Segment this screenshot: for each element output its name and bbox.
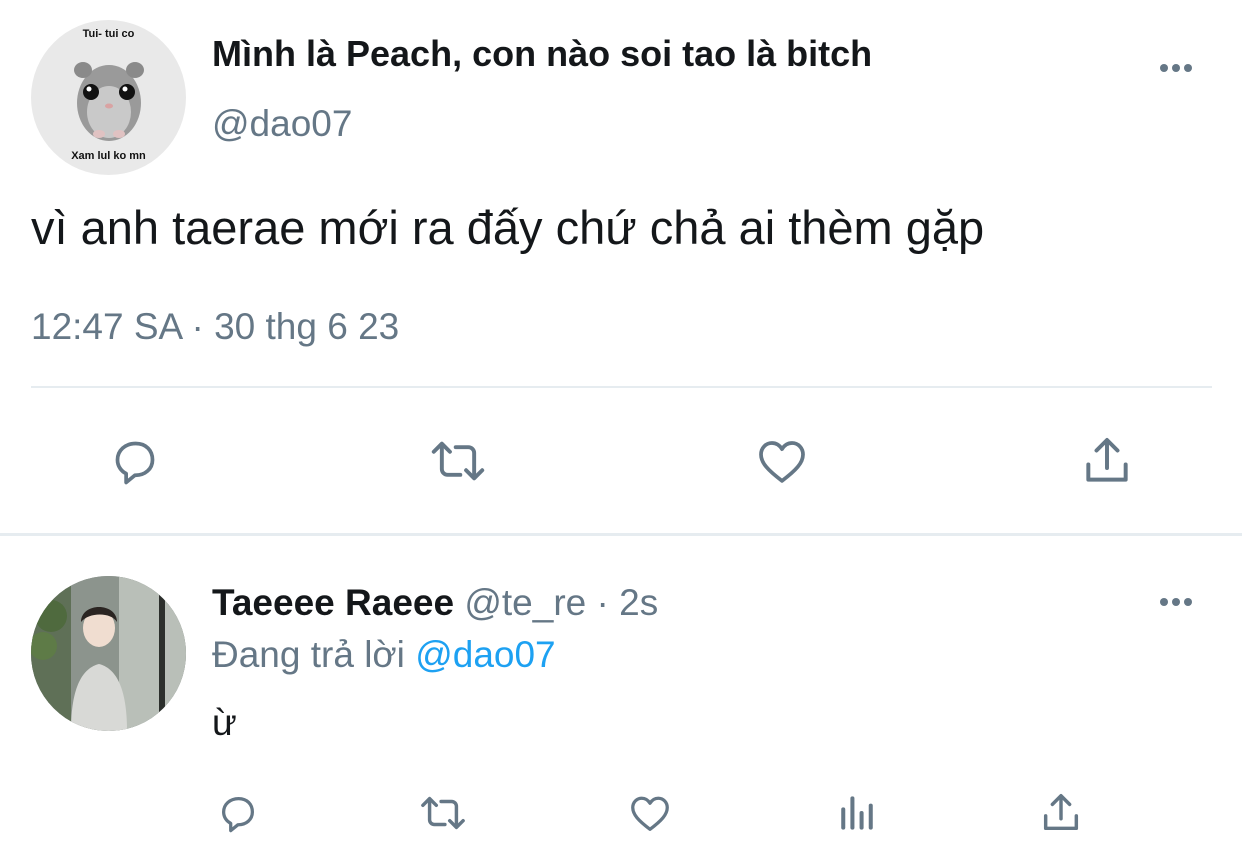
share-icon[interactable] (1076, 430, 1138, 492)
like-icon[interactable] (624, 788, 676, 838)
tweet-date: 30 thg 6 23 (214, 306, 400, 347)
tweet-text: vì anh taerae mới ra đấy chứ chả ai thèm… (31, 201, 985, 254)
retweet-icon[interactable] (416, 788, 470, 838)
divider (31, 386, 1212, 388)
profile-photo (31, 576, 186, 731)
replying-to: Đang trả lời @dao07 (212, 634, 556, 676)
reply-header: Taeeee Raeee @te_re · 2s (212, 582, 658, 624)
section-divider (0, 533, 1242, 536)
tweet-time: 12:47 SA (31, 306, 182, 347)
reply-icon[interactable] (213, 788, 263, 838)
avatar-caption-bottom: Xam lul ko mn (71, 150, 146, 162)
meta-separator: · (191, 306, 204, 347)
display-name[interactable]: Mình là Peach, con nào soi tao là bitch (212, 33, 872, 75)
meta-separator: · (596, 582, 609, 623)
avatar[interactable] (31, 576, 186, 731)
reply-age[interactable]: 2s (619, 582, 658, 623)
mention-link[interactable]: @dao07 (415, 634, 555, 675)
avatar[interactable]: Tui- tui co Xam lul ko mn (31, 20, 186, 175)
reply-icon[interactable] (104, 430, 166, 492)
hamster-image (74, 62, 144, 141)
reply-text: ừ (212, 702, 237, 743)
user-handle[interactable]: @dao07 (212, 103, 352, 145)
replying-to-label: Đang trả lời (212, 634, 405, 675)
user-handle[interactable]: @te_re (464, 582, 586, 623)
like-icon[interactable] (751, 430, 813, 492)
analytics-icon[interactable] (832, 788, 882, 838)
avatar-caption-top: Tui- tui co (82, 28, 135, 40)
share-icon[interactable] (1036, 788, 1086, 838)
retweet-icon[interactable] (427, 430, 489, 492)
more-options-icon[interactable] (1160, 64, 1192, 72)
tweet-timestamp[interactable]: 12:47 SA · 30 thg 6 23 (31, 306, 399, 348)
more-options-icon[interactable] (1160, 598, 1192, 606)
display-name[interactable]: Taeeee Raeee (212, 582, 454, 623)
